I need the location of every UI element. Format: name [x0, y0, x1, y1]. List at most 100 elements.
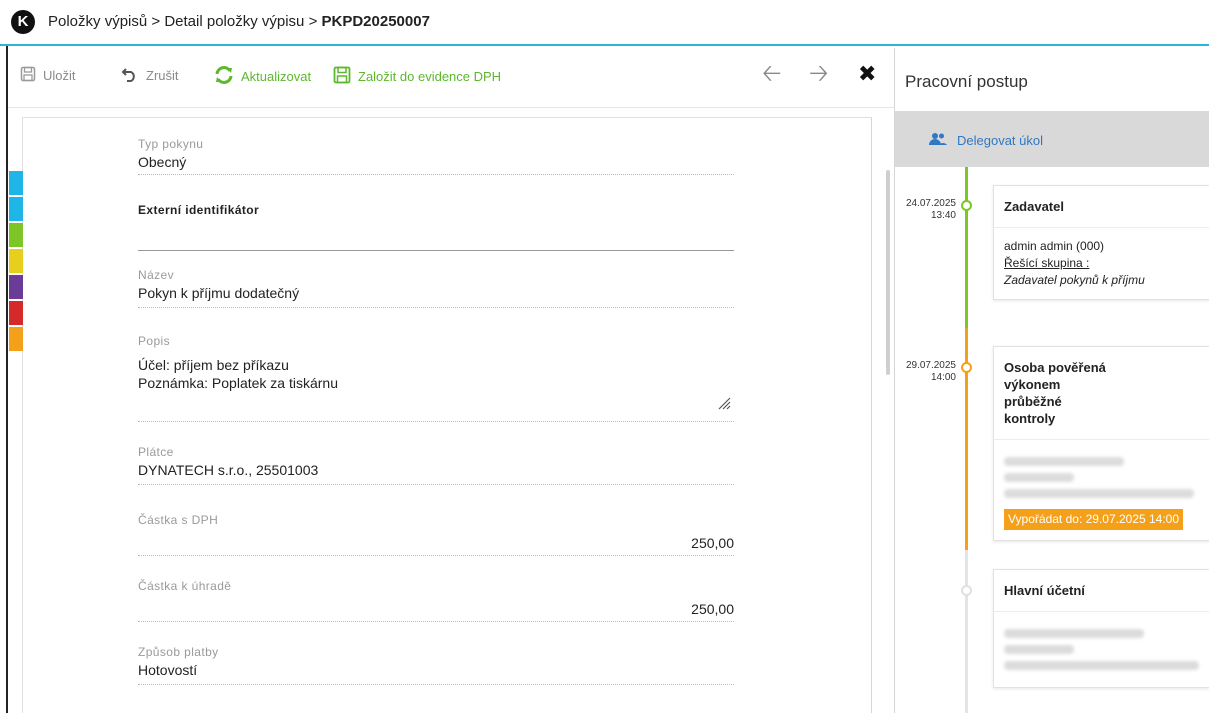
resize-handle-icon[interactable]	[717, 396, 731, 415]
color-stripe	[9, 171, 23, 353]
floppy-disk-icon	[333, 66, 351, 87]
field-value-line2: Poznámka: Poplatek za tiskárnu	[138, 375, 338, 391]
form-scrollbar[interactable]	[874, 109, 894, 713]
toolbar: Uložit Zrušit Aktualizovat Založit do ev…	[8, 48, 894, 108]
field-underline	[138, 621, 734, 622]
save-button[interactable]: Uložit	[20, 66, 76, 85]
step-role: Hlavní účetní	[994, 570, 1209, 612]
field-instruction-type[interactable]: Typ pokynu Obecný	[138, 137, 734, 175]
arrow-left-icon[interactable]: 🡠	[762, 62, 781, 86]
step-group-label: Řešící skupina :	[1004, 256, 1090, 270]
create-vat-record-button[interactable]: Založit do evidence DPH	[333, 66, 501, 87]
cancel-button-label: Zrušit	[146, 68, 179, 83]
redacted-text	[1004, 629, 1144, 638]
field-label: Název	[138, 268, 175, 282]
workflow-scrollbar[interactable]	[886, 170, 890, 375]
color-bar	[9, 197, 23, 221]
refresh-icon	[214, 66, 234, 87]
breadcrumb-separator: >	[308, 13, 318, 30]
due-date-badge: Vypořádat do: 29.07.2025 14:00	[1004, 509, 1184, 530]
step-body: admin admin (000) Řešící skupina : Zadav…	[994, 228, 1209, 299]
users-icon	[929, 132, 947, 149]
field-value: Pokyn k příjmu dodatečný	[138, 285, 300, 301]
delegate-task-button[interactable]: Delegovat úkol	[929, 132, 1043, 149]
field-underline	[138, 250, 734, 251]
create-vat-record-button-label: Založit do evidence DPH	[358, 69, 502, 84]
workflow-step-card[interactable]: Zadavatel admin admin (000) Řešící skupi…	[993, 185, 1209, 300]
timeline-segment-pending	[965, 550, 968, 713]
step-date: 29.07.2025 14:00	[905, 360, 956, 383]
field-underline	[138, 555, 734, 556]
field-underline	[138, 421, 734, 422]
field-payer[interactable]: Plátce DYNATECH s.r.o., 25501003	[138, 445, 734, 485]
color-bar	[9, 223, 23, 247]
field-underline	[138, 174, 734, 175]
redacted-text	[1004, 489, 1194, 498]
field-label: Plátce	[138, 445, 174, 459]
floppy-disk-icon	[20, 66, 36, 85]
color-bar	[9, 301, 23, 325]
color-bar	[9, 275, 23, 299]
field-label: Externí identifikátor	[138, 203, 260, 217]
breadcrumb-item-statement-items[interactable]: Položky výpisů	[48, 13, 147, 30]
delegate-bar: Delegovat úkol	[895, 111, 1209, 167]
breadcrumb-current: PKPD20250007	[321, 13, 430, 30]
timeline-segment-done	[965, 167, 968, 328]
title-bar: K Položky výpisů > Detail položky výpisu…	[0, 0, 1209, 46]
field-description[interactable]: Popis Účel: příjem bez příkazu Poznámka:…	[138, 334, 734, 422]
step-role: Osoba pověřená výkonem průběžné kontroly	[1004, 360, 1106, 426]
app-logo-icon: K	[11, 10, 35, 34]
field-underline	[138, 484, 734, 485]
workflow-panel-header: Pracovní postup	[895, 48, 1209, 111]
field-value-line1: Účel: příjem bez příkazu	[138, 357, 289, 373]
field-underline	[138, 684, 734, 685]
field-label: Částka k úhradě	[138, 579, 232, 593]
field-value[interactable]	[138, 220, 734, 238]
save-button-label: Uložit	[43, 68, 76, 83]
redacted-text	[1004, 457, 1124, 466]
field-payment-method[interactable]: Způsob platby Hotovostí	[138, 645, 734, 685]
field-value: 250,00	[691, 535, 734, 551]
breadcrumb: Položky výpisů > Detail položky výpisu >…	[48, 13, 430, 30]
field-label: Částka s DPH	[138, 513, 219, 527]
refresh-button-label: Aktualizovat	[241, 69, 312, 84]
step-body	[994, 612, 1209, 687]
field-value: 250,00	[691, 601, 734, 617]
redacted-text	[1004, 473, 1074, 482]
step-group-value: Zadavatel pokynů k příjmu	[1004, 273, 1145, 287]
step-role: Zadavatel	[994, 186, 1209, 228]
workflow-panel-title: Pracovní postup	[905, 72, 1028, 91]
field-value: Hotovostí	[138, 662, 198, 678]
timeline-dot-icon	[961, 362, 972, 373]
breadcrumb-item-detail[interactable]: Detail položky výpisu	[164, 13, 304, 30]
field-underline	[138, 307, 734, 308]
field-amount-to-pay[interactable]: Částka k úhradě 250,00	[138, 579, 734, 622]
color-bar	[9, 249, 23, 273]
step-body: Vypořádat do: 29.07.2025 14:00	[994, 440, 1209, 540]
field-label: Popis	[138, 334, 171, 348]
field-amount-with-vat[interactable]: Částka s DPH 250,00	[138, 513, 734, 556]
color-bar	[9, 327, 23, 351]
step-date: 24.07.2025 13:40	[905, 198, 956, 221]
timeline-dot-icon	[961, 200, 972, 211]
field-value: DYNATECH s.r.o., 25501003	[138, 462, 319, 478]
field-name[interactable]: Název Pokyn k příjmu dodatečný	[138, 268, 734, 308]
undo-icon	[121, 66, 139, 85]
workflow-step-card[interactable]: Osoba pověřená výkonem průběžné kontroly…	[993, 346, 1209, 541]
close-icon[interactable]: ✖	[858, 62, 876, 86]
refresh-button[interactable]: Aktualizovat	[214, 66, 311, 87]
workflow-step-card[interactable]: Hlavní účetní	[993, 569, 1209, 688]
step-user: admin admin (000)	[1004, 239, 1105, 253]
redacted-text	[1004, 645, 1074, 654]
cancel-button[interactable]: Zrušit	[121, 66, 179, 85]
field-label: Způsob platby	[138, 645, 219, 659]
arrow-right-icon[interactable]: 🡢	[809, 62, 828, 86]
redacted-text	[1004, 661, 1199, 670]
field-value: Obecný	[138, 154, 187, 170]
color-bar	[9, 171, 23, 195]
delegate-task-label: Delegovat úkol	[957, 133, 1043, 148]
field-label: Typ pokynu	[138, 137, 204, 151]
timeline-dot-icon	[961, 585, 972, 596]
field-external-id[interactable]: Externí identifikátor	[138, 203, 734, 251]
breadcrumb-separator: >	[151, 13, 161, 30]
